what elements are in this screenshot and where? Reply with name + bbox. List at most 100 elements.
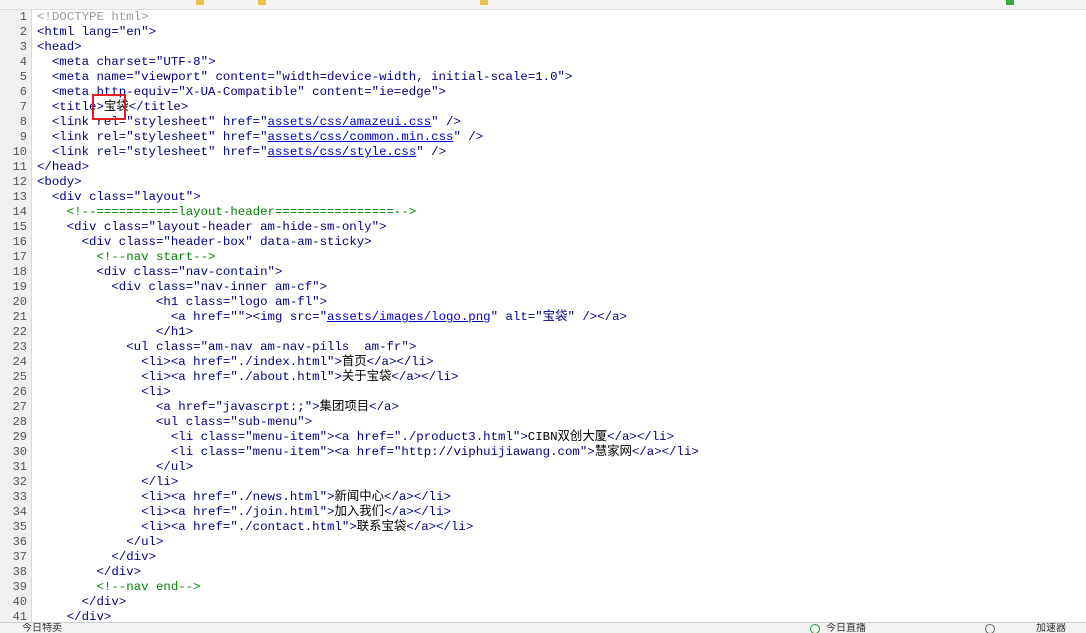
code-token: "./index.html" [230,355,335,369]
code-line[interactable]: 14 <!--===========layout-header=========… [0,205,1086,220]
code-link[interactable]: assets/css/common.min.css [268,130,454,144]
code-line[interactable]: 6 <meta http-equiv="X-UA-Compatible" con… [0,85,1086,100]
line-number: 25 [12,370,27,384]
code-token: " [260,115,268,129]
line-number: 40 [12,595,27,609]
line-text: </head> [37,160,89,175]
code-line[interactable]: 27 <a href="javascrpt:;">集团项目</a> [0,400,1086,415]
code-token: </div> [37,610,112,622]
code-link[interactable]: assets/css/amazeui.css [268,115,432,129]
code-line[interactable]: 8 <link rel="stylesheet" href="assets/cs… [0,115,1086,130]
code-token: "am-nav am-nav-pills am-fr" [200,340,409,354]
code-line[interactable]: 31 </ul> [0,460,1086,475]
code-line[interactable]: 33 <li><a href="./news.html">新闻中心</a></l… [0,490,1086,505]
code-line[interactable]: 1 <!DOCTYPE html> [0,10,1086,25]
code-token: "en" [118,25,149,39]
code-line[interactable]: 15 <div class="layout-header am-hide-sm-… [0,220,1086,235]
code-token: <li> [37,385,171,399]
code-line[interactable]: 7 <title>宝袋</title> [0,100,1086,115]
code-token: > [520,430,528,444]
code-token: <li><a [37,490,194,504]
code-line[interactable]: 35 <li><a href="./contact.html">联系宝袋</a>… [0,520,1086,535]
code-token: /> [438,115,461,129]
line-number: 21 [12,310,27,324]
code-line[interactable]: 41 </div> [0,610,1086,622]
code-token: "nav-contain" [178,265,275,279]
code-token: href= [356,430,394,444]
code-line[interactable]: 18 <div class="nav-contain"> [0,265,1086,280]
line-number: 19 [12,280,27,294]
line-text: <body> [37,175,82,190]
code-line[interactable]: 34 <li><a href="./join.html">加入我们</a></l… [0,505,1086,520]
line-number: 15 [12,220,27,234]
code-area[interactable]: 1 <!DOCTYPE html> 2 <html lang="en"> 3 <head>… [0,10,1086,622]
code-token: name= [96,70,134,84]
code-line[interactable]: 23 <ul class="am-nav am-nav-pills am-fr"… [0,340,1086,355]
line-number: 26 [12,385,27,399]
code-token: <!--nav start--> [37,250,216,264]
code-line[interactable]: 26 <li> [0,385,1086,400]
line-text: <li><a href="./join.html">加入我们</a></li> [37,505,451,520]
code-token: /></a> [574,310,627,324]
code-line[interactable]: 38 </div> [0,565,1086,580]
code-token: href= [193,355,231,369]
code-token: </ul> [37,535,164,549]
code-line[interactable]: 17 <!--nav start--> [0,250,1086,265]
code-line[interactable]: 21 <a href=""><img src="assets/images/lo… [0,310,1086,325]
code-line[interactable]: 32 </li> [0,475,1086,490]
line-number: 1 [19,10,27,24]
code-line[interactable]: 36 </ul> [0,535,1086,550]
code-line[interactable]: 13 <div class="layout"> [0,190,1086,205]
code-token: /> [460,130,484,144]
browser-tab-strip [0,0,1086,10]
code-link[interactable]: assets/images/logo.png [327,310,491,324]
code-line[interactable]: 40 </div> [0,595,1086,610]
code-token: "sub-menu" [230,415,305,429]
code-token: "header-box" [163,235,253,249]
code-line[interactable]: 22 </h1> [0,325,1086,340]
code-line[interactable]: 37 </div> [0,550,1086,565]
code-line[interactable]: 2 <html lang="en"> [0,25,1086,40]
code-token: href= [193,490,231,504]
code-line[interactable]: 11 </head> [0,160,1086,175]
code-token: <h1 [37,295,186,309]
line-number: 4 [19,55,27,69]
code-token: "stylesheet" [126,130,216,144]
code-line[interactable]: 39 <!--nav end--> [0,580,1086,595]
code-token: <li [37,445,201,459]
line-text: </div> [37,595,127,610]
line-text: <ul class="sub-menu"> [37,415,312,430]
code-token: 关于宝袋 [341,370,392,384]
line-text: <div class="nav-inner am-cf"> [37,280,327,295]
code-line[interactable]: 29 <li class="menu-item"><a href="./prod… [0,430,1086,445]
code-line[interactable]: 20 <h1 class="logo am-fl"> [0,295,1086,310]
code-link[interactable]: assets/css/style.css [268,145,417,159]
code-token: " [490,310,499,324]
code-line[interactable]: 9 <link rel="stylesheet" href="assets/cs… [0,130,1086,145]
code-line[interactable]: 5 <meta name="viewport" content="width=d… [0,70,1086,85]
code-line[interactable]: 30 <li class="menu-item"><a href="http:/… [0,445,1086,460]
code-line[interactable]: 4 <meta charset="UTF-8"> [0,55,1086,70]
code-line[interactable]: 25 <li><a href="./about.html">关于宝袋</a></… [0,370,1086,385]
code-line[interactable]: 19 <div class="nav-inner am-cf"> [0,280,1086,295]
code-token: "menu-item" [245,445,328,459]
line-number: 30 [12,445,27,459]
code-token: class= [185,415,231,429]
code-editor[interactable]: 1 <!DOCTYPE html> 2 <html lang="en"> 3 <head>… [0,10,1086,622]
line-number: 11 [12,160,27,174]
code-line[interactable]: 16 <div class="header-box" data-am-stick… [0,235,1086,250]
code-token: " [453,130,461,144]
code-token: ><a [327,445,357,459]
code-line[interactable]: 24 <li><a href="./index.html">首页</a></li… [0,355,1086,370]
code-token: "menu-item" [245,430,328,444]
code-line[interactable]: 10 <link rel="stylesheet" href="assets/c… [0,145,1086,160]
code-line[interactable]: 28 <ul class="sub-menu"> [0,415,1086,430]
code-token: " [319,310,328,324]
line-text: </div> [37,550,156,565]
code-line[interactable]: 12 <body> [0,175,1086,190]
code-token: <!--===========layout-header============… [37,205,417,219]
line-text: <a href=""><img src="assets/images/logo.… [37,310,627,325]
code-line[interactable]: 3 <head> [0,40,1086,55]
code-token: 新闻中心 [334,490,385,504]
folder-icon [480,0,488,5]
